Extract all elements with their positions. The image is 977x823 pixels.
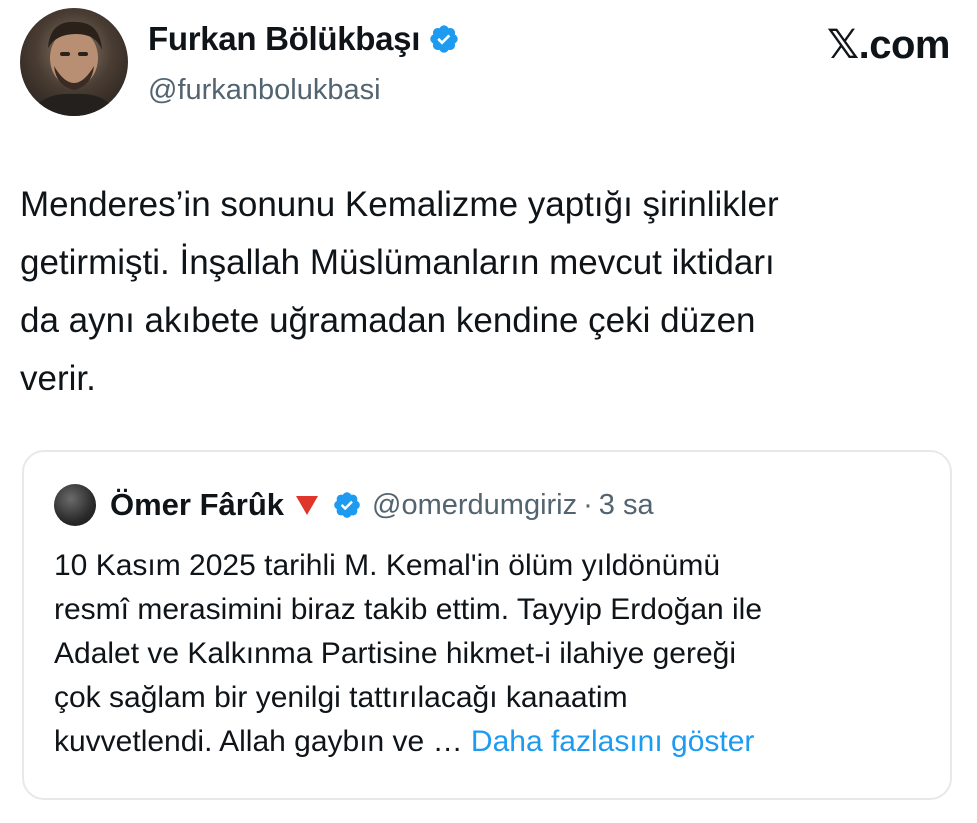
author-avatar[interactable] <box>20 8 128 116</box>
author-display-name[interactable]: Furkan Bölükbaşı <box>148 20 420 58</box>
tweet-text: Menderes’in sonunu Kemalizme yaptığı şir… <box>20 185 779 398</box>
quoted-author-avatar[interactable] <box>54 484 96 526</box>
quoted-tweet-time[interactable]: 3 sa <box>599 489 654 522</box>
quoted-tweet-header: Ömer Fârûk @omerdumgiriz · 3 sa <box>54 480 654 530</box>
meta-separator: · <box>583 488 593 521</box>
x-brand-logo: 𝕏.com <box>826 23 951 67</box>
verified-badge-icon[interactable] <box>428 23 460 55</box>
quoted-tweet-card[interactable]: Ömer Fârûk @omerdumgiriz · 3 sa 10 Kasım… <box>22 450 952 800</box>
author-handle[interactable]: @furkanbolukbasi <box>148 74 381 107</box>
verified-badge-icon[interactable] <box>332 490 362 520</box>
red-triangle-icon <box>296 496 319 515</box>
author-avatar-image <box>30 21 118 116</box>
tweet-header: Furkan Bölükbaşı @furkanbolukbasi 𝕏.com <box>20 8 960 118</box>
show-more-link[interactable]: Daha fazlasını göster <box>471 725 755 758</box>
quoted-author-handle[interactable]: @omerdumgiriz <box>372 489 577 522</box>
author-name-row: Furkan Bölükbaşı <box>148 20 460 58</box>
quoted-tweet-text: 10 Kasım 2025 tarihli M. Kemal'in ölüm y… <box>54 544 934 764</box>
quoted-author-display-name[interactable]: Ömer Fârûk <box>110 487 284 523</box>
